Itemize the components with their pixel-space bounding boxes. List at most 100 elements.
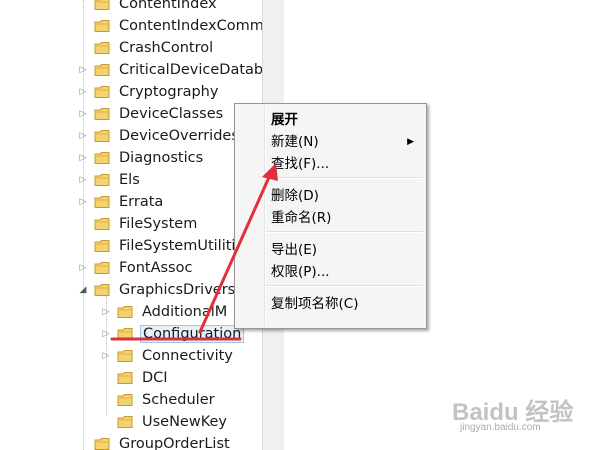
tree-item[interactable]: ▷ Errata: [76, 191, 165, 213]
tree-item[interactable]: Scheduler: [99, 389, 217, 411]
menu-separator: [266, 285, 423, 287]
tree-item-label: Connectivity: [142, 348, 233, 364]
triangle-down-icon[interactable]: ◢: [76, 283, 90, 297]
context-menu-item-label: 权限(P)...: [271, 264, 330, 280]
expander-placeholder: [99, 371, 113, 385]
triangle-right-icon[interactable]: ▷: [99, 305, 113, 319]
tree-item-label: AdditionalM: [142, 304, 228, 320]
triangle-right-icon[interactable]: ▷: [76, 63, 90, 77]
context-menu-item-label: 展开: [271, 112, 298, 128]
triangle-right-icon[interactable]: ▷: [76, 85, 90, 99]
folder-icon: [94, 63, 111, 77]
tree-item[interactable]: DCI: [99, 367, 170, 389]
tree-item[interactable]: ◢ GraphicsDrivers: [76, 279, 237, 301]
tree-item[interactable]: ▷ CriticalDeviceDatab: [76, 59, 262, 81]
tree-item-label: Scheduler: [142, 392, 215, 408]
folder-icon: [94, 239, 111, 253]
folder-icon: [94, 173, 111, 187]
triangle-right-icon[interactable]: ▷: [76, 173, 90, 187]
tree-item-label: DeviceOverrides: [119, 128, 239, 144]
expander-placeholder: [76, 239, 90, 253]
tree-item[interactable]: FileSystemUtiliti: [76, 235, 237, 257]
tree-item-label: UseNewKey: [142, 414, 228, 430]
context-menu-item-label: 查找(F)...: [271, 156, 330, 172]
tree-item-label: ContentIndex: [119, 0, 217, 12]
context-menu: 展开新建(N) ▶ 查找(F)... 删除(D) 重命名(R) 导出(E) 权限(P)...…: [234, 103, 427, 329]
tree-item-label: Els: [119, 172, 140, 188]
registry-tree-pane: ContentIndex ContentIndexComm CrashControl…: [0, 0, 262, 450]
tree-item-label: FileSystem: [119, 216, 198, 232]
context-menu-item[interactable]: 重命名(R): [271, 207, 422, 229]
tree-item[interactable]: ContentIndex: [76, 0, 219, 15]
context-menu-item[interactable]: 权限(P)...: [271, 261, 422, 283]
tree-item-label: ContentIndexComm: [119, 18, 262, 34]
context-menu-item[interactable]: 导出(E): [271, 239, 422, 261]
tree-item-label: GroupOrderList: [119, 436, 230, 450]
folder-icon: [94, 107, 111, 121]
tree-item[interactable]: UseNewKey: [99, 411, 229, 433]
context-menu-item[interactable]: 新建(N) ▶: [271, 131, 422, 153]
folder-icon: [94, 0, 111, 11]
context-menu-item-label: 新建(N): [271, 134, 319, 150]
expander-placeholder: [76, 217, 90, 231]
tree-item-label: Configuration: [140, 325, 245, 343]
folder-icon: [94, 151, 111, 165]
context-menu-item[interactable]: 展开: [271, 109, 422, 131]
context-menu-item-label: 导出(E): [271, 242, 318, 258]
tree-item[interactable]: ▷ Els: [76, 169, 142, 191]
context-menu-item[interactable]: 查找(F)...: [271, 153, 422, 175]
folder-icon: [94, 195, 111, 209]
folder-icon: [117, 305, 134, 319]
expander-placeholder: [99, 415, 113, 429]
expander-placeholder: [76, 41, 90, 55]
context-menu-item[interactable]: 复制项名称(C): [271, 293, 422, 315]
tree-item-label: Errata: [119, 194, 164, 210]
folder-icon: [117, 393, 134, 407]
tree-item[interactable]: ▷ DeviceClasses: [76, 103, 225, 125]
tree-item-label: FontAssoc: [119, 260, 193, 276]
folder-icon: [94, 261, 111, 275]
folder-icon: [117, 415, 134, 429]
menu-separator: [266, 177, 423, 179]
folder-icon: [94, 129, 111, 143]
tree-item[interactable]: GroupOrderList: [76, 433, 232, 450]
tree-item[interactable]: ContentIndexComm: [76, 15, 262, 37]
tree-item[interactable]: CrashControl: [76, 37, 215, 59]
expander-placeholder: [76, 19, 90, 33]
tree-item[interactable]: ▷ Configuration: [99, 323, 245, 345]
chevron-right-icon: ▶: [407, 137, 414, 147]
tree-item-label: CriticalDeviceDatab: [119, 62, 262, 78]
tree-item[interactable]: ▷ Diagnostics: [76, 147, 205, 169]
folder-icon: [94, 283, 111, 297]
tree-item-label: GraphicsDrivers: [119, 282, 236, 298]
tree-item-label: Diagnostics: [119, 150, 204, 166]
triangle-right-icon[interactable]: ▷: [76, 195, 90, 209]
tree-item[interactable]: ▷ FontAssoc: [76, 257, 194, 279]
triangle-right-icon[interactable]: ▷: [99, 349, 113, 363]
expander-placeholder: [99, 393, 113, 407]
folder-icon: [94, 85, 111, 99]
tree-item[interactable]: ▷ Connectivity: [99, 345, 235, 367]
tree-item-label: DeviceClasses: [119, 106, 224, 122]
watermark-url: jingyan.baidu.com: [460, 422, 541, 433]
triangle-right-icon[interactable]: ▷: [76, 129, 90, 143]
tree-item-label: CrashControl: [119, 40, 214, 56]
folder-icon: [94, 41, 111, 55]
tree-item-label: DCI: [142, 370, 168, 386]
context-menu-item-label: 重命名(R): [271, 210, 332, 226]
triangle-right-icon[interactable]: ▷: [76, 261, 90, 275]
context-menu-item-label: 删除(D): [271, 188, 319, 204]
tree-item[interactable]: ▷ Cryptography: [76, 81, 220, 103]
triangle-right-icon[interactable]: ▷: [76, 151, 90, 165]
tree-item[interactable]: FileSystem: [76, 213, 199, 235]
context-menu-item[interactable]: 删除(D): [271, 185, 422, 207]
triangle-right-icon[interactable]: ▷: [99, 327, 113, 341]
tree-item[interactable]: ▷ AdditionalM: [99, 301, 229, 323]
expander-placeholder: [76, 0, 90, 11]
menu-separator: [266, 231, 423, 233]
folder-icon: [94, 19, 111, 33]
tree-item[interactable]: ▷ DeviceOverrides: [76, 125, 241, 147]
folder-icon: [117, 349, 134, 363]
folder-icon: [94, 437, 111, 450]
triangle-right-icon[interactable]: ▷: [76, 107, 90, 121]
